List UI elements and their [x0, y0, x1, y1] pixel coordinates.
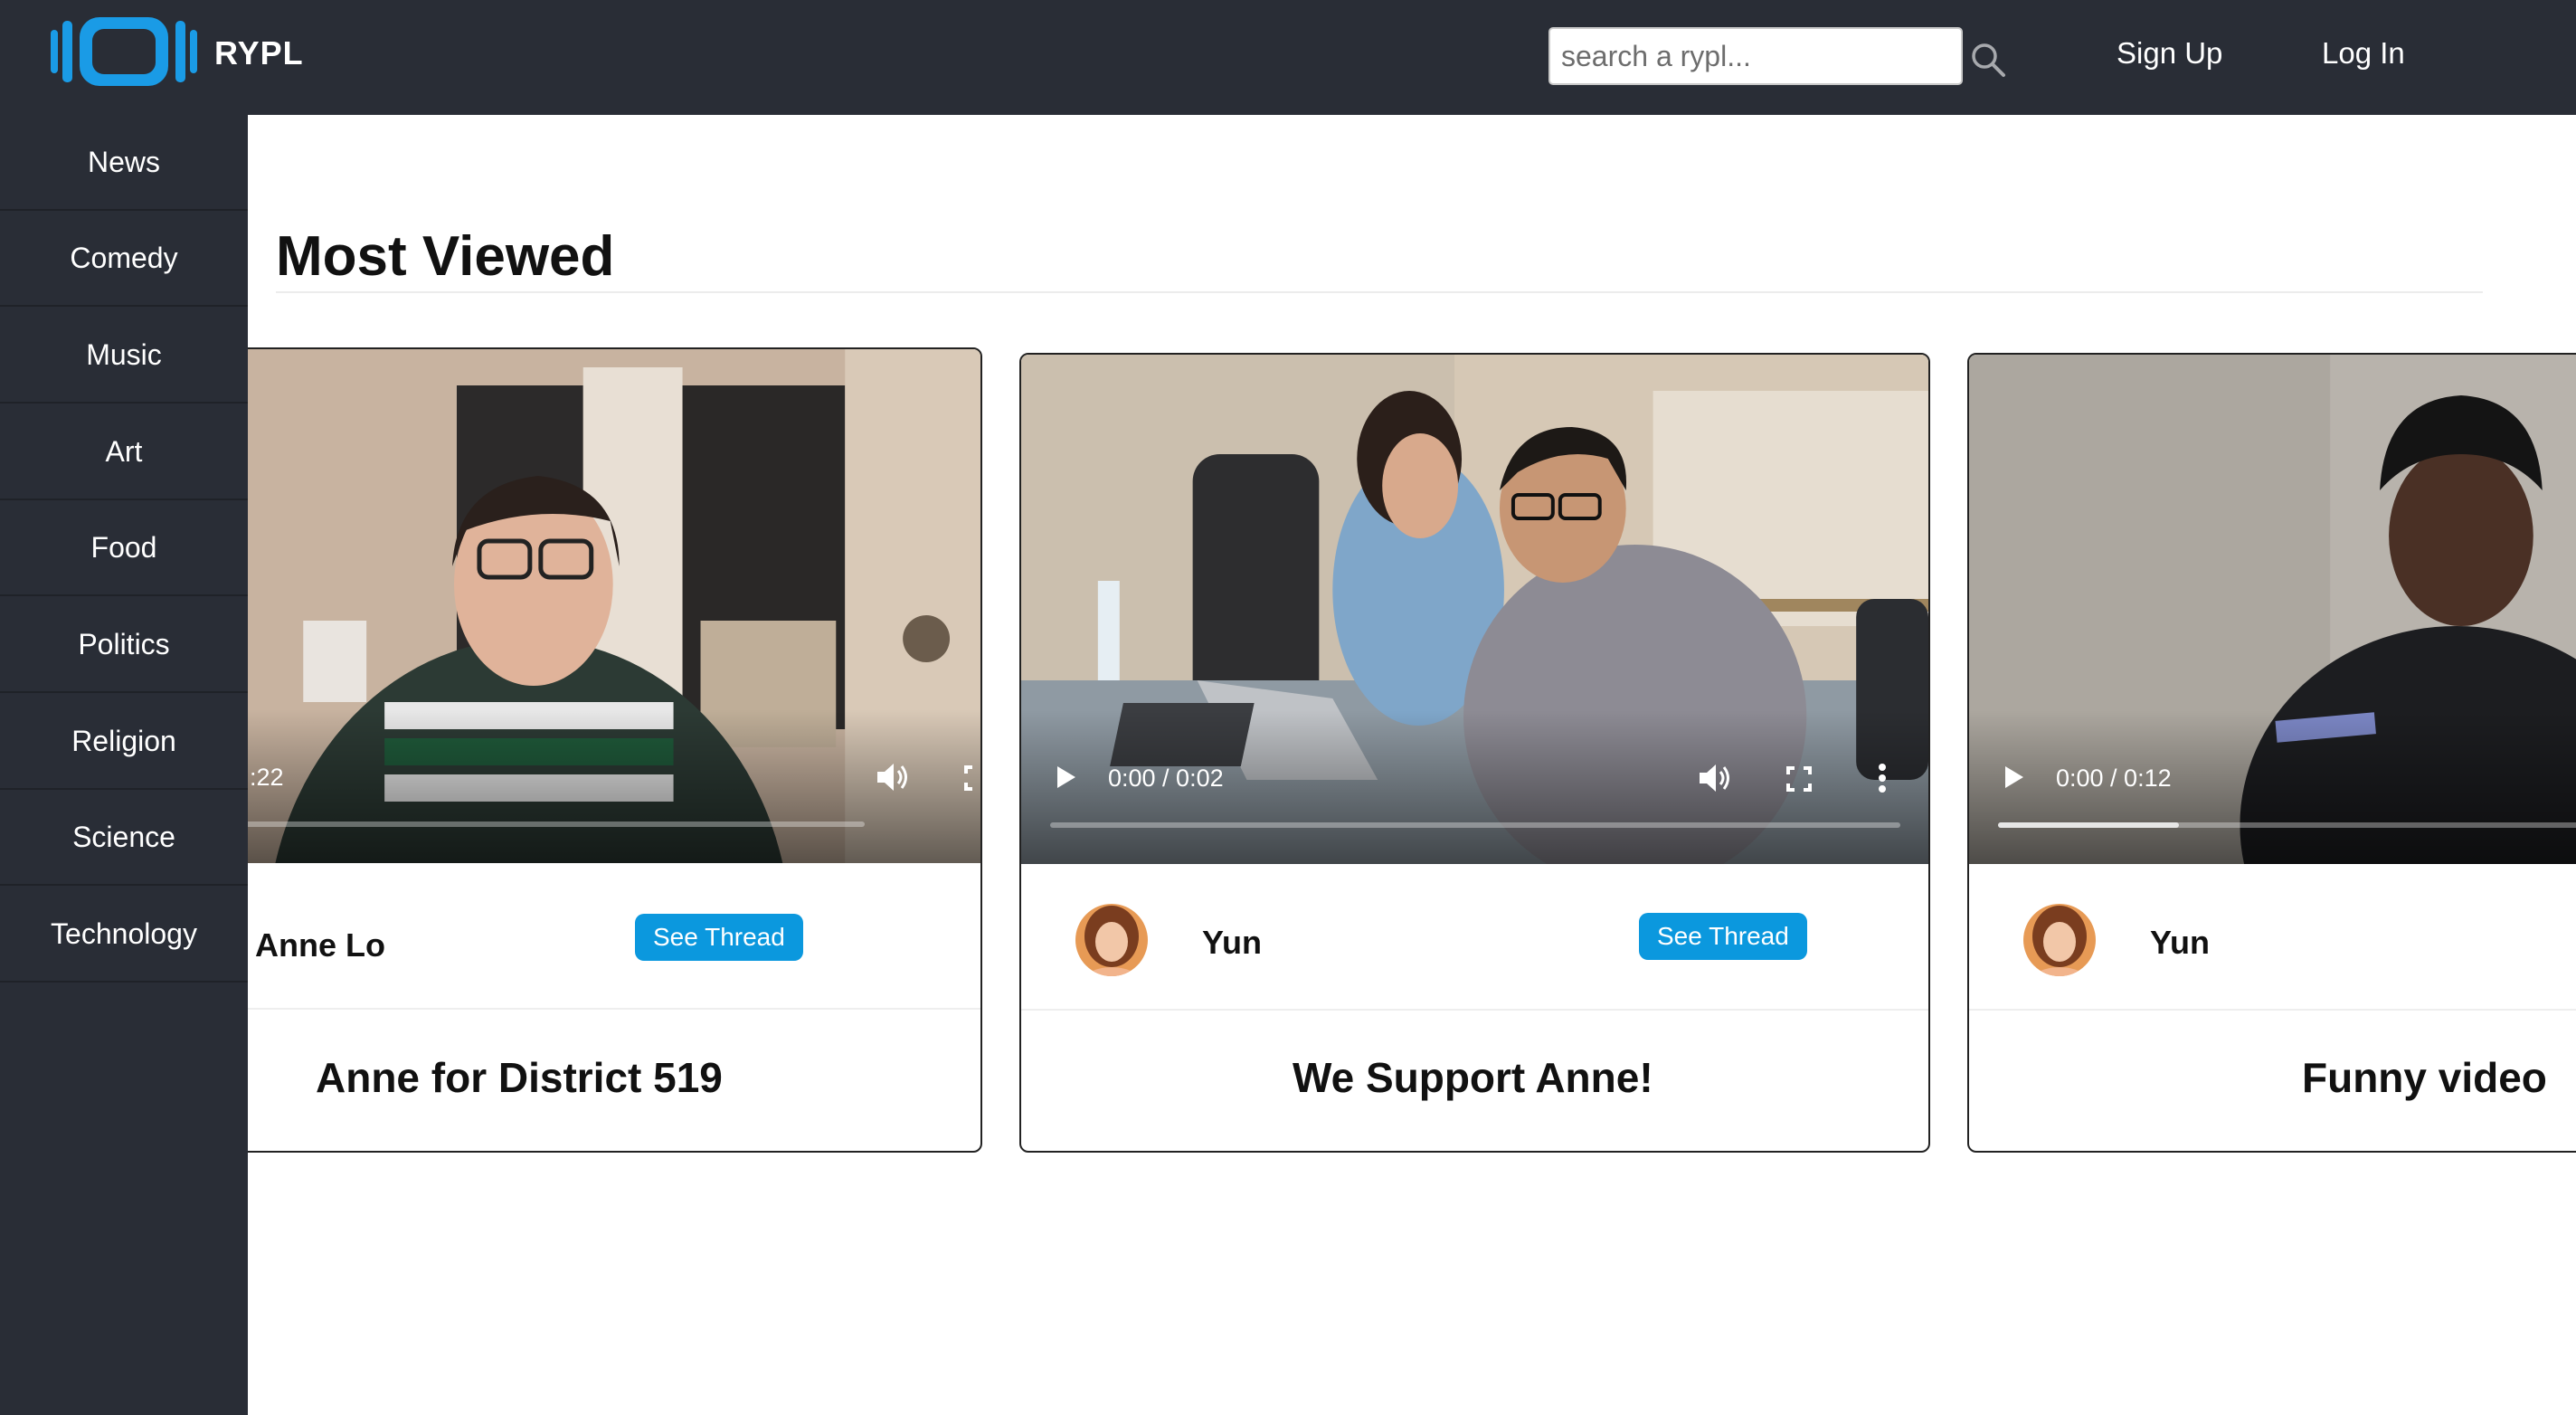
search-icon[interactable]: [1970, 42, 2006, 78]
sidebar-item-music[interactable]: Music: [0, 308, 248, 404]
volume-icon[interactable]: [1698, 763, 1734, 793]
video-progress-bar[interactable]: [248, 821, 865, 827]
video-controls: 0:00 / 0:12: [1969, 710, 2576, 864]
video-title[interactable]: Funny video: [2302, 1053, 2547, 1102]
fullscreen-icon[interactable]: [1786, 766, 1812, 792]
video-time: 0:00 / 0:02: [1108, 764, 1224, 792]
sidebar-item-religion[interactable]: Religion: [0, 694, 248, 790]
sidebar-item-science[interactable]: Science: [0, 790, 248, 886]
category-sidebar: News Comedy Music Art Food Politics Reli…: [0, 115, 248, 1415]
author-name[interactable]: Anne Lo: [255, 926, 385, 964]
card-meta-row: Yun: [1969, 864, 2576, 1011]
video-time: 0:00 / 0:12: [2056, 764, 2172, 792]
login-link[interactable]: Log In: [2322, 36, 2405, 71]
video-title[interactable]: Anne for District 519: [316, 1053, 723, 1102]
rypl-logo-icon[interactable]: [50, 15, 198, 88]
video-controls: 0:00 / 0:02: [1021, 710, 1928, 864]
fullscreen-icon[interactable]: [964, 765, 980, 791]
video-title[interactable]: We Support Anne!: [1293, 1053, 1653, 1102]
brand-name[interactable]: RYPL: [214, 34, 304, 72]
sidebar-item-art[interactable]: Art: [0, 404, 248, 500]
signup-link[interactable]: Sign Up: [2117, 36, 2222, 71]
volume-icon[interactable]: [876, 762, 912, 793]
card-meta-row: Yun See Thread: [1021, 864, 1928, 1011]
see-thread-button[interactable]: See Thread: [635, 914, 803, 961]
sidebar-item-technology[interactable]: Technology: [0, 887, 248, 983]
card-meta-row: Anne Lo See Thread: [248, 863, 980, 1010]
author-name[interactable]: Yun: [1202, 924, 1262, 962]
sidebar-item-comedy[interactable]: Comedy: [0, 211, 248, 307]
video-progress-fill: [1998, 822, 2179, 828]
more-options-icon[interactable]: [1877, 763, 1888, 793]
play-icon[interactable]: [1056, 764, 1077, 790]
author-name[interactable]: Yun: [2150, 924, 2210, 962]
play-icon[interactable]: [2003, 764, 2025, 790]
video-player[interactable]: 0:00 / 0:12: [1969, 355, 2576, 864]
video-progress-bar[interactable]: [1050, 822, 1900, 828]
avatar[interactable]: [2023, 904, 2096, 976]
video-card: 0:00 / 0:12 Yun Funny video: [1967, 353, 2576, 1153]
video-controls: :22: [248, 709, 980, 863]
video-card: 0:00 / 0:02 Yun See Thread We Support An…: [1019, 353, 1930, 1153]
search-input[interactable]: [1548, 27, 1963, 85]
sidebar-item-news[interactable]: News: [0, 115, 248, 211]
video-card: :22 Anne Lo See Thread Anne for District…: [248, 347, 982, 1153]
sidebar-item-food[interactable]: Food: [0, 500, 248, 596]
see-thread-button[interactable]: See Thread: [1639, 913, 1807, 960]
video-time: :22: [250, 764, 284, 791]
video-player[interactable]: 0:00 / 0:02: [1021, 355, 1928, 864]
video-player[interactable]: :22: [248, 349, 980, 863]
video-carousel: :22 Anne Lo See Thread Anne for District…: [248, 115, 2576, 1415]
avatar[interactable]: [1075, 904, 1148, 976]
video-progress-bar[interactable]: [1998, 822, 2576, 828]
sidebar-item-politics[interactable]: Politics: [0, 597, 248, 693]
top-navbar: RYPL Sign Up Log In: [0, 0, 2576, 115]
